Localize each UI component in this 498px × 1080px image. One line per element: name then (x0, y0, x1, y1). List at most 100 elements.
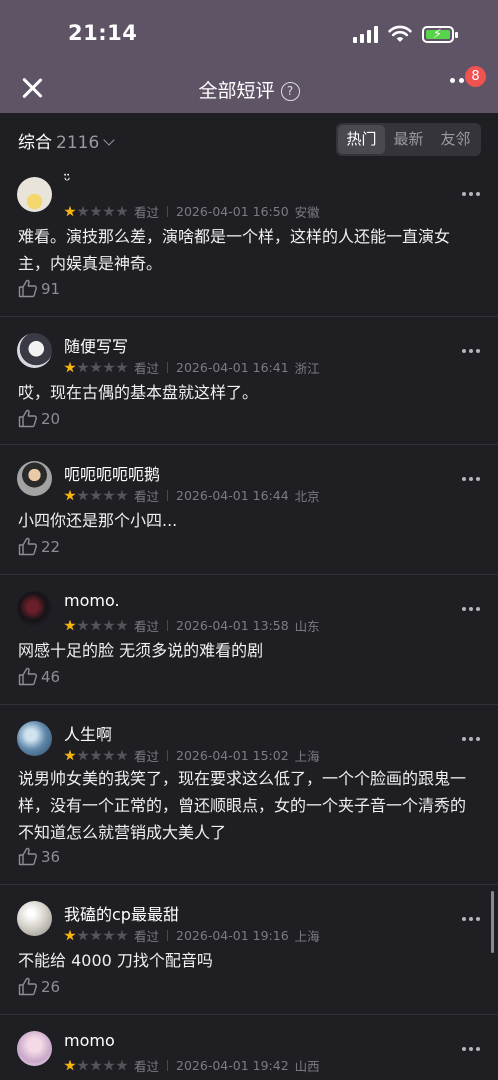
filter-bar: 综合 2116 热门 最新 友邻 (0, 113, 498, 166)
avatar[interactable] (17, 461, 52, 496)
review-username[interactable]: momo (64, 1031, 115, 1050)
like-button[interactable]: 36 (18, 847, 60, 866)
review-username[interactable]: 我磕的cp最最甜 (64, 901, 179, 925)
review-text: 不能给 4000 刀找个配音吗 (18, 951, 213, 970)
avatar[interactable] (17, 721, 52, 756)
like-button[interactable]: 26 (18, 977, 60, 996)
avatar[interactable] (17, 177, 52, 212)
avatar[interactable] (17, 1031, 52, 1066)
review-item: 呃呃呃呃呃鹅 看过 2026-04-01 16:44 北京 小四你还是那个小四...… (0, 445, 498, 575)
review-item: momo. 看过 2026-04-01 13:58 山东 网感十足的脸 无须多说的难… (0, 575, 498, 705)
like-count: 22 (41, 537, 61, 556)
like-button[interactable]: 22 (18, 537, 60, 556)
thumbs-up-icon (18, 537, 37, 556)
review-location: 上海 (294, 929, 320, 944)
review-location: 山西 (294, 1059, 320, 1074)
rating-stars (64, 619, 128, 632)
review-text: 难看。演技那么差，演啥都是一个样，这样的人还能一直演女主，内娱真是神奇。 (18, 227, 451, 273)
page-title: 全部短评? (0, 76, 498, 103)
rating-stars (64, 361, 128, 374)
wifi-icon (388, 25, 412, 42)
tab-group: 热门 最新 友邻 (336, 123, 481, 156)
more-icon[interactable] (462, 477, 480, 481)
sort-dropdown[interactable]: 综合 2116 (18, 128, 115, 153)
like-count: 46 (41, 667, 61, 686)
review-list: ᵕ̈ 看过 2026-04-01 16:50 安徽 难看。演技那么差，演啥都是一个样… (0, 166, 498, 1080)
review-location: 安徽 (294, 205, 320, 220)
chevron-down-icon (103, 134, 115, 146)
rating-stars (64, 489, 128, 502)
rating-stars (64, 749, 128, 762)
like-count: 36 (41, 847, 61, 866)
rating-stars (64, 929, 128, 942)
sort-label: 综合 (18, 133, 52, 153)
tab-latest[interactable]: 最新 (385, 125, 432, 154)
watch-status: 看过 (134, 1059, 160, 1074)
watch-status: 看过 (134, 489, 160, 504)
status-icons: ⚡ (353, 23, 458, 45)
review-location: 上海 (294, 749, 320, 764)
more-icon[interactable] (462, 1047, 480, 1051)
review-username[interactable]: 随便写写 (64, 333, 128, 357)
thumbs-up-icon (18, 977, 37, 996)
review-location: 北京 (294, 489, 320, 504)
review-meta: 看过 2026-04-01 16:50 安徽 (64, 202, 320, 221)
more-icon[interactable] (462, 349, 480, 353)
nav-bar: 全部短评? 8 (0, 62, 498, 113)
review-text: 网感十足的脸 无须多说的难看的剧 (18, 641, 264, 660)
avatar[interactable] (17, 591, 52, 626)
like-count: 26 (41, 977, 61, 996)
rating-stars (64, 205, 128, 218)
review-datetime: 2026-04-01 16:41 (176, 360, 289, 375)
review-item: 随便写写 看过 2026-04-01 16:41 浙江 哎，现在古偶的基本盘就这样了… (0, 317, 498, 445)
avatar[interactable] (17, 333, 52, 368)
scrollbar[interactable] (491, 891, 494, 953)
review-meta: 看过 2026-04-01 15:02 上海 (64, 746, 320, 765)
like-button[interactable]: 46 (18, 667, 60, 686)
more-icon[interactable] (462, 192, 480, 196)
review-text: 哎，现在古偶的基本盘就这样了。 (18, 383, 259, 402)
help-icon[interactable]: ? (280, 82, 300, 101)
review-meta: 看过 2026-04-01 19:16 上海 (64, 926, 320, 945)
thumbs-up-icon (18, 409, 37, 428)
review-meta: 看过 2026-04-01 16:41 浙江 (64, 358, 320, 377)
review-datetime: 2026-04-01 19:16 (176, 928, 289, 943)
review-location: 浙江 (294, 361, 320, 376)
watch-status: 看过 (134, 929, 160, 944)
more-icon[interactable] (462, 607, 480, 611)
like-button[interactable]: 91 (18, 279, 60, 298)
review-username[interactable]: ᵕ̈ (64, 171, 71, 190)
review-datetime: 2026-04-01 16:50 (176, 204, 289, 219)
review-meta: 看过 2026-04-01 16:44 北京 (64, 486, 320, 505)
review-username[interactable]: 人生啊 (64, 721, 112, 745)
review-count: 2116 (56, 133, 100, 153)
review-item: momo 看过 2026-04-01 19:42 山西 (0, 1015, 498, 1080)
review-location: 山东 (294, 619, 320, 634)
thumbs-up-icon (18, 667, 37, 686)
review-username[interactable]: 呃呃呃呃呃鹅 (64, 461, 160, 485)
review-username[interactable]: momo. (64, 591, 120, 610)
more-icon[interactable] (462, 917, 480, 921)
review-datetime: 2026-04-01 13:58 (176, 618, 289, 633)
page-title-text: 全部短评 (198, 80, 275, 102)
review-datetime: 2026-04-01 19:42 (176, 1058, 289, 1073)
watch-status: 看过 (134, 749, 160, 764)
tab-hot[interactable]: 热门 (338, 125, 385, 154)
watch-status: 看过 (134, 205, 160, 220)
top-bar: 21:14 ⚡ 全部短评? 8 (0, 0, 498, 113)
avatar[interactable] (17, 901, 52, 936)
thumbs-up-icon (18, 279, 37, 298)
review-item: 我磕的cp最最甜 看过 2026-04-01 19:16 上海 不能给 4000 刀… (0, 885, 498, 1015)
review-meta: 看过 2026-04-01 19:42 山西 (64, 1056, 320, 1075)
notification-badge: 8 (465, 66, 486, 87)
like-count: 20 (41, 409, 61, 428)
review-item: 人生啊 看过 2026-04-01 15:02 上海 说男帅女美的我笑了，现在要求这… (0, 705, 498, 885)
like-count: 91 (41, 279, 61, 298)
tab-friends[interactable]: 友邻 (432, 125, 479, 154)
more-icon[interactable] (462, 737, 480, 741)
signal-icon (353, 25, 378, 43)
rating-stars (64, 1059, 128, 1072)
review-text: 说男帅女美的我笑了，现在要求这么低了，一个个脸画的跟鬼一样，没有一个正常的，曾还… (18, 769, 467, 842)
like-button[interactable]: 20 (18, 409, 60, 428)
watch-status: 看过 (134, 619, 160, 634)
